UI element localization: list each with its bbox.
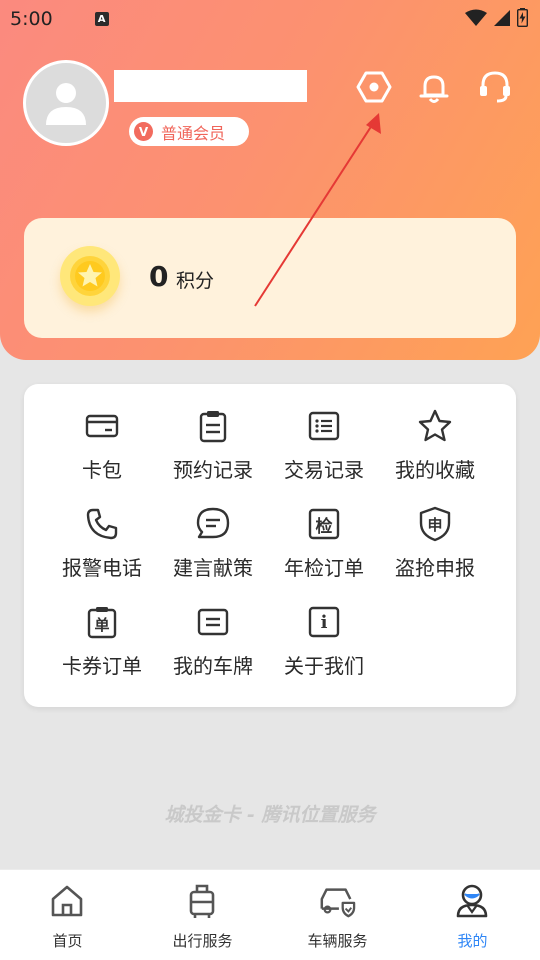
avatar[interactable] <box>23 60 109 146</box>
vip-icon: V <box>134 122 153 141</box>
footer-attribution: 城投金卡 - 腾讯位置服务 <box>164 804 376 826</box>
tab-label: 出行服务 <box>172 932 233 950</box>
tab-mine[interactable]: 我的 <box>405 870 540 960</box>
services-menu: 卡包 预约记录 交易记录 我的收藏 报警电话 建言献策 检 年检订单 申 盗抢申… <box>24 384 516 707</box>
clipboard-icon <box>195 408 231 444</box>
status-bar: 5:00 A <box>0 0 540 38</box>
notification-icon: A <box>94 12 109 26</box>
menu-item-coupon-orders[interactable]: 单 卡券订单 <box>52 604 152 694</box>
tab-home[interactable]: 首页 <box>0 870 135 960</box>
luggage-icon <box>183 882 221 920</box>
menu-item-suggestions[interactable]: 建言献策 <box>163 506 263 596</box>
user-icon <box>46 83 86 125</box>
shield-glyph: 申 <box>427 515 443 534</box>
points-card[interactable]: 0 积分 <box>24 218 516 338</box>
home-icon <box>48 882 86 920</box>
menu-item-label: 我的车牌 <box>173 654 253 678</box>
wallet-icon <box>84 408 120 444</box>
menu-item-label: 关于我们 <box>284 654 364 678</box>
inspection-icon: 检 <box>306 506 342 542</box>
bell-icon <box>419 75 449 103</box>
license-plate-icon <box>195 604 231 640</box>
menu-item-label: 建言献策 <box>173 556 253 580</box>
shield-icon: 申 <box>417 506 453 542</box>
menu-item-emergency-call[interactable]: 报警电话 <box>52 506 152 596</box>
info-icon: i <box>306 604 342 640</box>
menu-item-appointment-records[interactable]: 预约记录 <box>163 408 263 498</box>
coin-icon <box>60 246 120 306</box>
tab-label: 车辆服务 <box>307 932 368 950</box>
settings-icon <box>356 71 392 103</box>
menu-item-label: 预约记录 <box>173 458 253 482</box>
settings-button[interactable] <box>355 68 393 106</box>
coupon-glyph: 单 <box>94 615 110 634</box>
points-label: 积分 <box>176 270 215 292</box>
menu-item-label: 盗抢申报 <box>395 556 475 580</box>
battery-icon <box>517 8 528 27</box>
list-icon <box>306 408 342 444</box>
menu-item-inspection-orders[interactable]: 检 年检订单 <box>274 506 374 596</box>
star-icon <box>417 408 453 444</box>
notifications-button[interactable] <box>415 68 453 106</box>
menu-item-theft-report[interactable]: 申 盗抢申报 <box>385 506 485 596</box>
phone-icon <box>84 506 120 542</box>
coupon-order-icon: 单 <box>84 604 120 640</box>
menu-item-about-us[interactable]: i 关于我们 <box>274 604 374 694</box>
tab-travel-services[interactable]: 出行服务 <box>135 870 270 960</box>
menu-item-my-plates[interactable]: 我的车牌 <box>163 604 263 694</box>
username-field <box>114 70 307 102</box>
menu-item-label: 我的收藏 <box>395 458 475 482</box>
menu-item-label: 报警电话 <box>62 556 142 580</box>
chat-icon <box>195 506 231 542</box>
inspection-glyph: 检 <box>315 516 333 537</box>
menu-item-label: 年检订单 <box>284 556 364 580</box>
tab-label: 首页 <box>52 932 83 950</box>
bottom-tab-bar: 首页 出行服务 车辆服务 我的 <box>0 869 540 960</box>
member-level-label: 普通会员 <box>161 123 226 143</box>
menu-item-label: 卡包 <box>82 458 122 482</box>
menu-item-favorites[interactable]: 我的收藏 <box>385 408 485 498</box>
menu-item-wallet[interactable]: 卡包 <box>52 408 152 498</box>
car-service-icon <box>318 882 356 920</box>
menu-item-label: 交易记录 <box>284 458 364 482</box>
menu-item-label: 卡券订单 <box>62 654 142 678</box>
member-level-badge[interactable]: V 普通会员 <box>129 117 249 146</box>
status-time: 5:00 <box>10 8 53 30</box>
customer-service-button[interactable] <box>476 68 514 106</box>
tab-vehicle-services[interactable]: 车辆服务 <box>270 870 405 960</box>
profile-icon <box>453 882 491 920</box>
menu-item-transaction-records[interactable]: 交易记录 <box>274 408 374 498</box>
wifi-icon <box>465 9 487 26</box>
signal-icon <box>494 9 510 26</box>
tab-label: 我的 <box>457 932 488 950</box>
headset-icon <box>480 71 510 103</box>
points-value: 0 <box>149 260 169 293</box>
info-glyph: i <box>320 611 328 633</box>
